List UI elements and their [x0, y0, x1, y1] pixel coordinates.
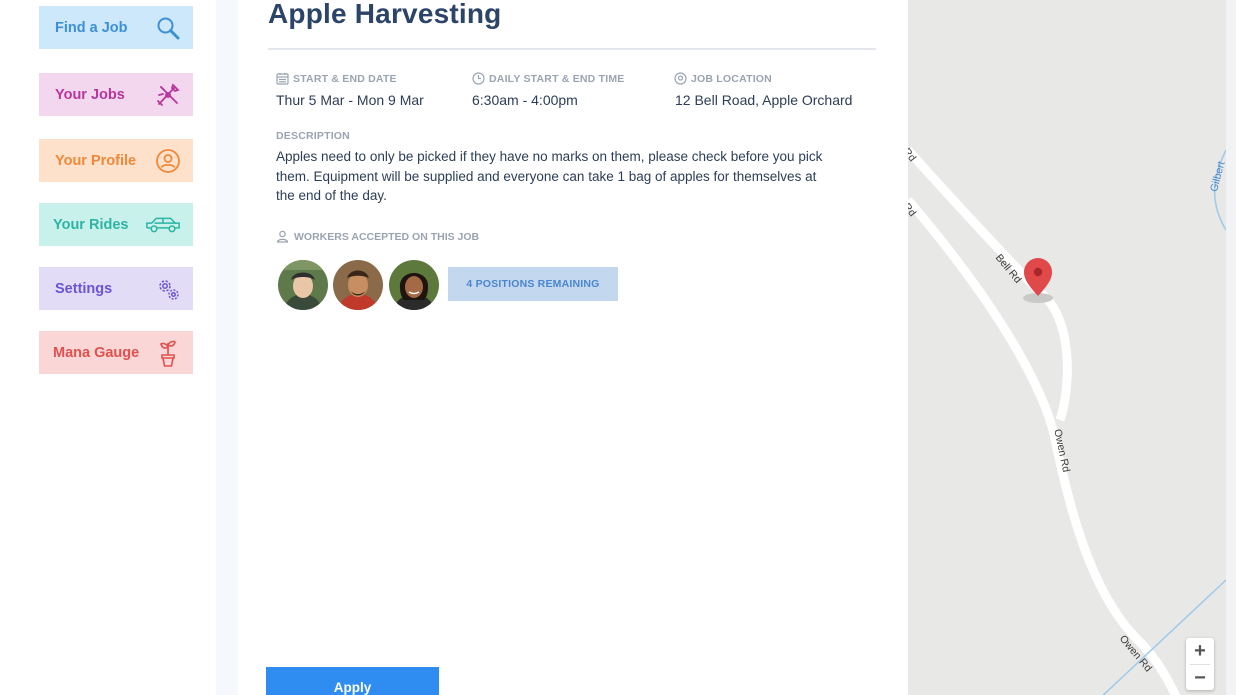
search-icon [157, 17, 180, 39]
time-label: DAILY START & END TIME [489, 72, 625, 85]
job-title: Apple Harvesting [268, 0, 502, 29]
sidebar-item-settings[interactable]: Settings [39, 267, 193, 310]
positions-remaining-badge: 4 POSITIONS REMAINING [448, 267, 618, 301]
location-value: 12 Bell Road, Apple Orchard [675, 92, 853, 108]
sidebar-item-mana-gauge[interactable]: Mana Gauge [39, 331, 193, 374]
time-value: 6:30am - 4:00pm [472, 92, 578, 108]
dates-label-row: START & END DATE [276, 72, 397, 85]
user-circle-icon [156, 148, 180, 173]
zoom-in-button[interactable]: + [1186, 638, 1214, 664]
clock-icon [472, 72, 485, 85]
user-icon [276, 230, 289, 243]
page-edge [1226, 0, 1236, 695]
map-roads [908, 147, 1226, 695]
sidebar-item-label: Your Jobs [55, 86, 125, 103]
title-divider [268, 48, 876, 50]
workers-label: WORKERS ACCEPTED ON THIS JOB [294, 230, 480, 243]
sidebar: Find a Job Your Jobs Your Profile Your R… [0, 0, 216, 695]
description-text: Apples need to only be picked if they ha… [276, 149, 823, 203]
calendar-icon [276, 73, 289, 85]
gears-icon [159, 279, 179, 300]
location-label: JOB LOCATION [691, 72, 772, 85]
location-pin-icon [674, 72, 687, 85]
avatar[interactable] [389, 260, 439, 310]
sidebar-item-find-a-job[interactable]: Find a Job [39, 6, 193, 49]
zoom-out-button[interactable]: − [1186, 665, 1214, 691]
sidebar-item-label: Your Profile [55, 152, 137, 169]
description-label: DESCRIPTION [276, 130, 350, 142]
dates-label: START & END DATE [293, 72, 397, 85]
workers-label-row: WORKERS ACCEPTED ON THIS JOB [276, 230, 479, 243]
map[interactable]: Rd Rd Bell Rd Owen Rd Owen Rd Gilbert + … [908, 0, 1226, 695]
job-detail-panel: Apple Harvesting START & END DATE Thur 5… [238, 0, 908, 695]
sidebar-item-label: Settings [55, 280, 113, 297]
sidebar-item-label: Your Rides [53, 216, 129, 233]
sidebar-item-label: Mana Gauge [53, 344, 140, 361]
avatar[interactable] [333, 260, 383, 310]
sidebar-item-label: Find a Job [55, 19, 128, 36]
apply-button[interactable]: Apply [266, 667, 439, 695]
location-label-row: JOB LOCATION [674, 72, 772, 85]
zoom-controls: + − [1186, 638, 1214, 690]
location-pin-icon[interactable] [1024, 258, 1052, 296]
gutter [216, 0, 238, 695]
dates-value: Thur 5 Mar - Mon 9 Mar [276, 92, 424, 108]
sidebar-item-your-rides[interactable]: Your Rides [39, 203, 193, 246]
plant-icon [160, 340, 176, 367]
avatar[interactable] [278, 260, 328, 310]
tools-icon [157, 82, 180, 106]
sidebar-item-your-profile[interactable]: Your Profile [39, 139, 193, 182]
sidebar-item-your-jobs[interactable]: Your Jobs [39, 73, 193, 116]
car-icon [146, 217, 180, 232]
time-label-row: DAILY START & END TIME [472, 72, 624, 85]
